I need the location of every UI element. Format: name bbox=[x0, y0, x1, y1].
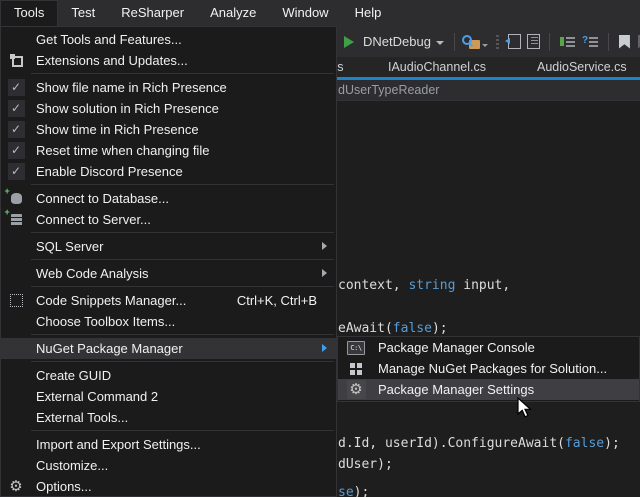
snippets-icon bbox=[10, 294, 23, 307]
submenu-item-manage-nuget-packages[interactable]: Manage NuGet Packages for Solution... bbox=[338, 358, 639, 379]
tab-audioservice[interactable]: AudioService.cs bbox=[537, 57, 627, 77]
menubar-item-help[interactable]: Help bbox=[342, 0, 395, 26]
menu-item-show-solution[interactable]: ✓ Show solution in Rich Presence bbox=[1, 98, 336, 119]
menu-separator bbox=[31, 361, 334, 362]
menubar-item-window[interactable]: Window bbox=[269, 0, 341, 26]
lines-shape bbox=[589, 37, 598, 47]
menu-separator bbox=[31, 286, 334, 287]
submenu-item-package-manager-settings[interactable]: ⚙ Package Manager Settings bbox=[338, 379, 639, 400]
toolbar-separator bbox=[549, 33, 550, 51]
mouse-cursor bbox=[517, 397, 533, 419]
menu-separator bbox=[31, 184, 334, 185]
checkmark-icon: ✓ bbox=[8, 79, 25, 96]
menu-separator bbox=[31, 430, 334, 431]
checkmark-icon: ✓ bbox=[8, 142, 25, 159]
checkmark-icon: ✓ bbox=[8, 121, 25, 138]
toolbar-separator bbox=[454, 33, 455, 51]
menu-item-customize[interactable]: Customize... bbox=[1, 455, 336, 476]
navigate-backward-icon[interactable] bbox=[508, 34, 521, 49]
blue-arrow-shape bbox=[505, 38, 510, 44]
extensions-icon bbox=[10, 54, 23, 67]
navigate-forward-icon[interactable] bbox=[527, 34, 540, 49]
doc-lines-shape bbox=[531, 37, 538, 46]
menu-item-choose-toolbox-items[interactable]: Choose Toolbox Items... bbox=[1, 311, 336, 332]
menubar-item-analyze[interactable]: Analyze bbox=[197, 0, 269, 26]
code-line: context, string input, bbox=[338, 278, 510, 293]
tab-iaudiochannel[interactable]: IAudioChannel.cs bbox=[388, 57, 486, 77]
toolbar-grip[interactable] bbox=[496, 35, 499, 49]
start-debug-icon[interactable] bbox=[344, 36, 354, 48]
bookmark-icon[interactable] bbox=[619, 35, 630, 49]
increase-indent-icon[interactable]: ? bbox=[583, 36, 598, 48]
blue-glyph-shape: ? bbox=[582, 35, 588, 46]
menu-item-external-tools[interactable]: External Tools... bbox=[1, 407, 336, 428]
visual-studio-window: Tools Test ReSharper Analyze Window Help… bbox=[0, 0, 640, 497]
menu-item-options[interactable]: ⚙ Options... bbox=[1, 476, 336, 497]
gear-icon: ⚙ bbox=[9, 479, 22, 494]
green-bar-shape bbox=[560, 37, 564, 46]
submenu-arrow-icon bbox=[322, 344, 327, 352]
menu-item-show-file-name[interactable]: ✓ Show file name in Rich Presence bbox=[1, 77, 336, 98]
menu-item-external-command-2[interactable]: External Command 2 bbox=[1, 386, 336, 407]
nuget-package-manager-submenu: C:\ Package Manager Console Manage NuGet… bbox=[337, 336, 640, 402]
menu-bar: Tools Test ReSharper Analyze Window Help bbox=[0, 0, 640, 26]
checkmark-icon: ✓ bbox=[8, 163, 25, 180]
code-line: eAwait(false); bbox=[338, 321, 448, 336]
menu-item-show-time[interactable]: ✓ Show time in Rich Presence bbox=[1, 119, 336, 140]
tools-menu: Get Tools and Features... Extensions and… bbox=[0, 26, 337, 497]
gear-icon: ⚙ bbox=[349, 382, 362, 397]
code-line: d.Id, userId).ConfigureAwait(false); bbox=[338, 436, 620, 451]
menu-separator bbox=[31, 232, 334, 233]
run-configuration-label[interactable]: DNetDebug bbox=[363, 34, 431, 49]
menu-separator bbox=[31, 334, 334, 335]
menu-shortcut: Ctrl+K, Ctrl+B bbox=[237, 293, 317, 308]
menu-separator bbox=[31, 73, 334, 74]
code-line: se); bbox=[338, 485, 369, 497]
menu-item-connect-to-database[interactable]: + Connect to Database... bbox=[1, 188, 336, 209]
toolbar-separator bbox=[608, 33, 609, 51]
menubar-item-tools[interactable]: Tools bbox=[0, 0, 58, 26]
menubar-item-test[interactable]: Test bbox=[58, 0, 108, 26]
checkmark-icon: ✓ bbox=[8, 100, 25, 117]
menu-separator bbox=[31, 259, 334, 260]
find-in-files-icon[interactable] bbox=[461, 34, 480, 50]
run-config-dropdown-icon[interactable] bbox=[436, 41, 444, 45]
breadcrumb-type-label[interactable]: dUserTypeReader bbox=[338, 80, 439, 100]
decrease-indent-icon[interactable] bbox=[560, 36, 575, 48]
menu-item-get-tools-and-features[interactable]: Get Tools and Features... bbox=[1, 29, 336, 50]
menu-item-import-export-settings[interactable]: Import and Export Settings... bbox=[1, 434, 336, 455]
console-icon: C:\ bbox=[347, 341, 365, 355]
code-line: dUser); bbox=[338, 457, 393, 472]
connect-server-icon: + bbox=[11, 214, 22, 226]
find-dropdown-icon[interactable] bbox=[482, 44, 488, 47]
menu-item-enable-discord-presence[interactable]: ✓ Enable Discord Presence bbox=[1, 161, 336, 182]
menu-item-create-guid[interactable]: Create GUID bbox=[1, 365, 336, 386]
menu-item-reset-time[interactable]: ✓ Reset time when changing file bbox=[1, 140, 336, 161]
menu-item-extensions-and-updates[interactable]: Extensions and Updates... bbox=[1, 50, 336, 71]
lines-shape bbox=[566, 37, 575, 47]
connect-database-icon: + bbox=[11, 193, 22, 204]
menubar-item-resharper[interactable]: ReSharper bbox=[108, 0, 197, 26]
submenu-arrow-icon bbox=[322, 242, 327, 250]
submenu-arrow-icon bbox=[322, 269, 327, 277]
menu-item-connect-to-server[interactable]: + Connect to Server... bbox=[1, 209, 336, 230]
menu-item-sql-server[interactable]: SQL Server bbox=[1, 236, 336, 257]
menu-item-nuget-package-manager[interactable]: NuGet Package Manager bbox=[1, 338, 336, 359]
submenu-item-package-manager-console[interactable]: C:\ Package Manager Console bbox=[338, 337, 639, 358]
menu-item-web-code-analysis[interactable]: Web Code Analysis bbox=[1, 263, 336, 284]
menu-item-code-snippets-manager[interactable]: Code Snippets Manager... Ctrl+K, Ctrl+B bbox=[1, 290, 336, 311]
manage-packages-icon bbox=[350, 363, 362, 375]
